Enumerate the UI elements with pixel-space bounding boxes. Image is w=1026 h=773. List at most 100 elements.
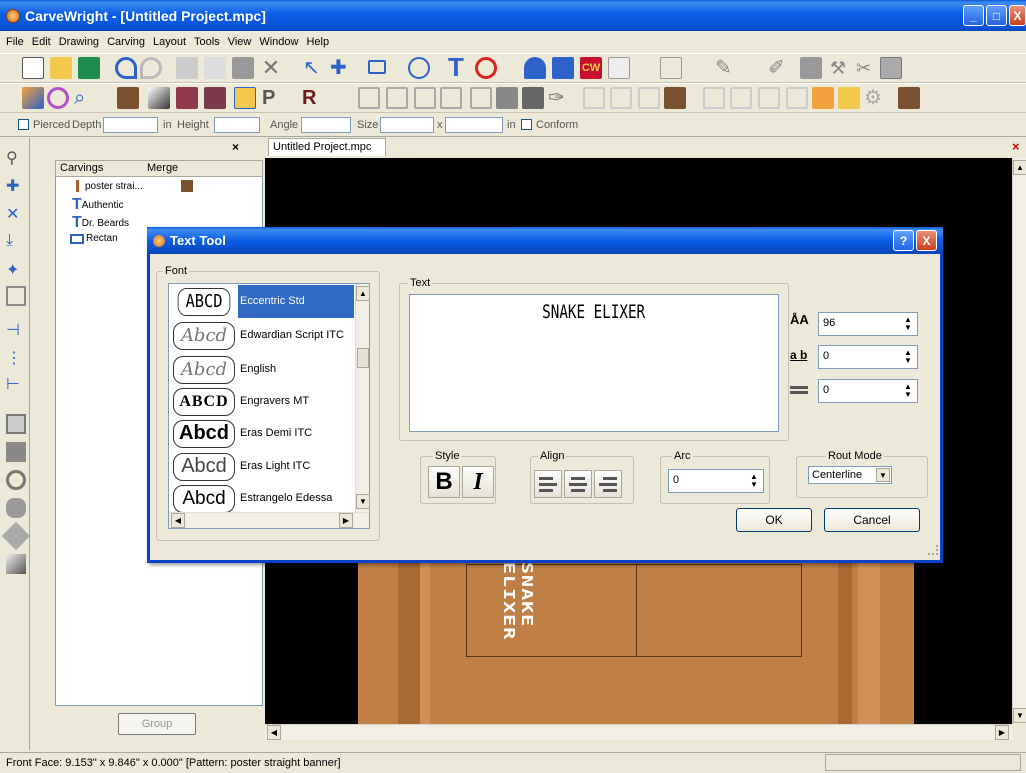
bold-button[interactable]: B bbox=[428, 466, 460, 498]
bit-3-icon[interactable] bbox=[414, 87, 436, 109]
document-tab[interactable]: Untitled Project.mpc bbox=[268, 138, 386, 156]
conform-checkbox[interactable] bbox=[521, 119, 532, 130]
pattern-3-icon[interactable] bbox=[638, 87, 660, 109]
close-window-button[interactable]: X bbox=[1009, 5, 1026, 26]
redo-icon[interactable] bbox=[140, 57, 162, 79]
font-item[interactable]: Abcd Edwardian Script ITC bbox=[170, 319, 354, 352]
mirror-icon[interactable] bbox=[660, 57, 682, 79]
depth-input[interactable] bbox=[103, 117, 158, 133]
new-file-icon[interactable] bbox=[22, 57, 44, 79]
cut-icon[interactable] bbox=[176, 57, 198, 79]
horizontal-scrollbar[interactable]: ◀ ▶ bbox=[265, 724, 1012, 740]
menu-carving[interactable]: Carving bbox=[107, 36, 145, 48]
open-folder-icon[interactable] bbox=[50, 57, 72, 79]
tree-row[interactable]: Rectan bbox=[64, 233, 118, 244]
dialog-close-button[interactable]: X bbox=[916, 230, 937, 251]
align-left-button[interactable] bbox=[534, 470, 562, 498]
folder-icon[interactable] bbox=[838, 87, 860, 109]
gradient-icon[interactable] bbox=[148, 87, 170, 109]
line-spacing-input[interactable]: 0 ▲ ▼ bbox=[818, 379, 918, 403]
minimize-button[interactable]: _ bbox=[963, 5, 984, 26]
zoom-icon[interactable]: ⌕ bbox=[74, 87, 96, 109]
char-spacing-input[interactable]: 0 ▲ ▼ bbox=[818, 345, 918, 369]
menu-view[interactable]: View bbox=[228, 36, 252, 48]
font-item[interactable]: ABCD Engravers MT bbox=[170, 385, 354, 418]
layer-icon[interactable] bbox=[6, 414, 26, 434]
scroll-up-icon[interactable]: ▲ bbox=[1013, 160, 1026, 175]
scroll-up-icon[interactable]: ▲ bbox=[356, 286, 370, 301]
rout-mode-select[interactable]: Centerline ▼ bbox=[808, 466, 892, 484]
merge-icon[interactable] bbox=[234, 87, 256, 109]
bit-tool-icon[interactable] bbox=[524, 57, 546, 79]
feather-icon[interactable]: ✑ bbox=[548, 87, 570, 109]
scroll-left-icon[interactable]: ◀ bbox=[171, 513, 185, 528]
menu-help[interactable]: Help bbox=[306, 36, 329, 48]
arc-input[interactable]: 0 ▲ ▼ bbox=[668, 469, 764, 493]
panel-close-icon[interactable]: × bbox=[232, 140, 239, 154]
scroll-thumb[interactable] bbox=[357, 348, 369, 368]
router-bit-icon[interactable] bbox=[898, 87, 920, 109]
font-item[interactable]: Abcd Eras Demi ITC bbox=[170, 417, 354, 450]
tree-row[interactable]: poster strai... bbox=[64, 180, 193, 192]
font-size-input[interactable]: 96 ▲ ▼ bbox=[818, 312, 918, 336]
vertical-scrollbar[interactable]: ▲ ▼ bbox=[1012, 158, 1026, 724]
add-node-icon[interactable]: ✚ bbox=[6, 176, 26, 196]
tree-row[interactable]: T Authentic bbox=[64, 196, 123, 214]
shape-icon[interactable] bbox=[608, 57, 630, 79]
spinner-arrows-icon[interactable]: ▲ ▼ bbox=[901, 382, 915, 400]
raise-icon[interactable]: P bbox=[262, 87, 284, 109]
diamond-icon[interactable] bbox=[1, 521, 31, 551]
copy-icon[interactable] bbox=[204, 57, 226, 79]
remove-node-icon[interactable]: ✕ bbox=[6, 204, 26, 224]
size-height-input[interactable] bbox=[445, 117, 503, 133]
align-center-button[interactable] bbox=[564, 470, 592, 498]
dialog-title-bar[interactable]: Text Tool ? X bbox=[147, 227, 943, 254]
bit-4-icon[interactable] bbox=[440, 87, 462, 109]
pattern-5-icon[interactable] bbox=[703, 87, 725, 109]
wand-icon[interactable]: ⚒ bbox=[830, 57, 852, 79]
slope-icon[interactable] bbox=[6, 554, 26, 574]
tools-icon[interactable]: ✂ bbox=[856, 57, 878, 79]
sanding-icon[interactable] bbox=[496, 87, 518, 109]
paste-icon[interactable] bbox=[232, 57, 254, 79]
rectangle-tool-icon[interactable] bbox=[368, 60, 386, 74]
scroll-right-icon[interactable]: ▶ bbox=[995, 725, 1009, 740]
pen-icon[interactable]: ✎ bbox=[715, 57, 737, 79]
menu-file[interactable]: File bbox=[6, 36, 24, 48]
save-icon[interactable] bbox=[78, 57, 100, 79]
circle-tool-icon[interactable] bbox=[408, 57, 430, 79]
text-tool-icon[interactable]: T bbox=[448, 54, 470, 80]
font-list[interactable]: ABCD Eccentric Std Abcd Edwardian Script… bbox=[168, 283, 370, 529]
spinner-arrows-icon[interactable]: ▲ ▼ bbox=[747, 472, 761, 490]
cancel-button[interactable]: Cancel bbox=[824, 508, 920, 532]
scroll-left-icon[interactable]: ◀ bbox=[267, 725, 281, 740]
grid-icon[interactable] bbox=[880, 57, 902, 79]
angle-input[interactable] bbox=[301, 117, 351, 133]
line-tool-icon[interactable]: ✚ bbox=[330, 57, 352, 79]
text-input[interactable]: SNAKE ELIXER bbox=[409, 294, 779, 432]
document-close-icon[interactable]: × bbox=[1012, 139, 1020, 154]
bit-1-icon[interactable] bbox=[358, 87, 380, 109]
pierced-checkbox[interactable] bbox=[18, 119, 29, 130]
route-icon[interactable]: R bbox=[302, 87, 324, 109]
undo-icon[interactable] bbox=[115, 57, 137, 79]
pattern-4-icon[interactable] bbox=[664, 87, 686, 109]
carvewright-logo-icon[interactable]: CW bbox=[580, 57, 602, 79]
scroll-right-icon[interactable]: ▶ bbox=[339, 513, 353, 528]
maximize-button[interactable]: □ bbox=[986, 5, 1007, 26]
font-list-hscroll[interactable]: ◀ ▶ bbox=[169, 512, 369, 528]
menu-window[interactable]: Window bbox=[259, 36, 298, 48]
texture-icon[interactable] bbox=[176, 87, 198, 109]
pattern-2-icon[interactable] bbox=[610, 87, 632, 109]
menu-drawing[interactable]: Drawing bbox=[59, 36, 99, 48]
font-item[interactable]: ABCD Eccentric Std bbox=[170, 285, 354, 318]
smooth-icon[interactable] bbox=[6, 286, 26, 306]
join-node-icon[interactable]: ✦ bbox=[6, 260, 26, 280]
settings-gear-icon[interactable]: ⚙ bbox=[864, 87, 886, 109]
brush-icon[interactable]: ✐ bbox=[768, 57, 790, 79]
chevron-down-icon[interactable]: ▼ bbox=[876, 468, 890, 482]
carvings-column-header[interactable]: Carvings bbox=[60, 162, 103, 174]
spinner-arrows-icon[interactable]: ▲ ▼ bbox=[901, 348, 915, 366]
pattern-8-icon[interactable] bbox=[786, 87, 808, 109]
texture-2-icon[interactable] bbox=[204, 87, 226, 109]
